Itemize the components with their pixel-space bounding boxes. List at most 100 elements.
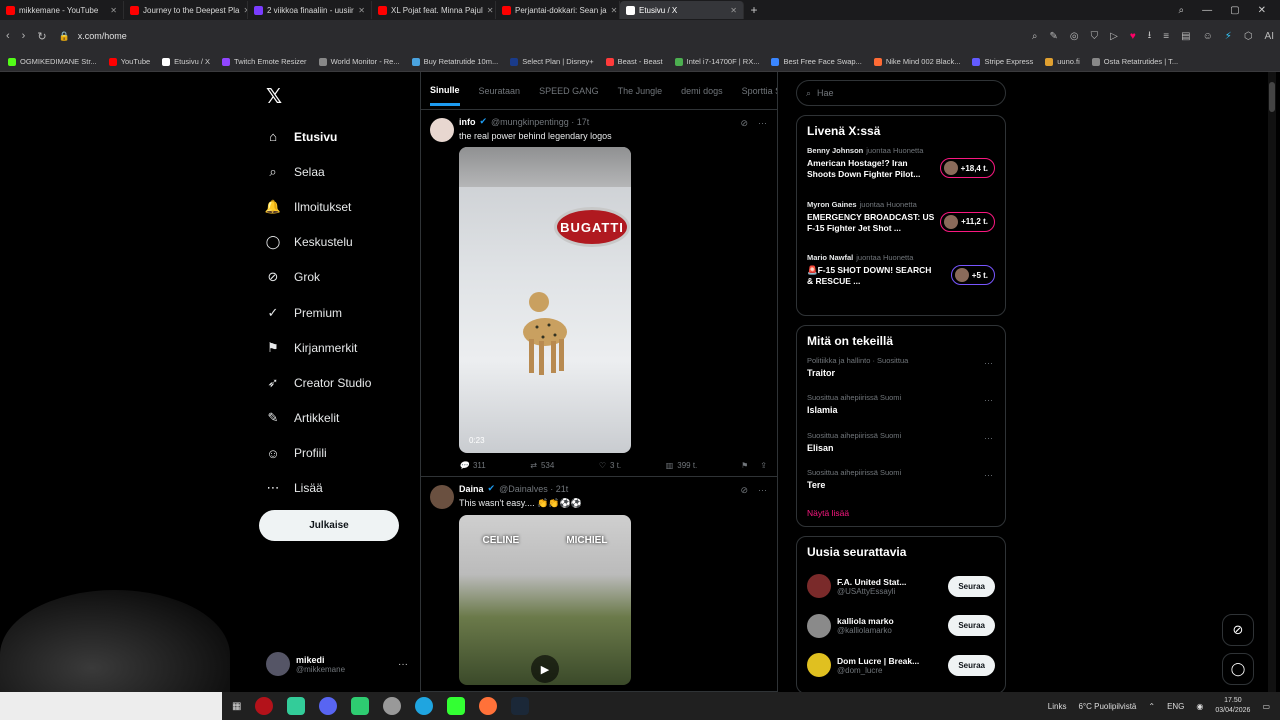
bookmark-item[interactable]: Buy Retatrutide 10m... — [411, 57, 498, 66]
extension-icon[interactable]: ⚡ — [1225, 31, 1232, 42]
account-switcher[interactable]: mikedi @mikkemane ··· — [266, 652, 408, 676]
close-tab-icon[interactable]: ✕ — [611, 6, 618, 15]
avatar[interactable] — [807, 653, 831, 678]
opera-icon[interactable] — [255, 697, 274, 715]
bookmark-item[interactable]: World Monitor - Re... — [318, 57, 400, 66]
bookmark-item[interactable]: Select Plan | Disney+ — [510, 57, 594, 66]
forward-icon[interactable]: › — [22, 30, 26, 42]
trend-item[interactable]: Suosittua aihepiirissä Suomi Tere ··· — [807, 468, 995, 506]
feed-tab[interactable]: Seurataan — [479, 86, 521, 96]
scroll-thumb[interactable] — [1269, 82, 1275, 112]
tweet-video[interactable]: BUGATTI 0:23 — [459, 147, 631, 453]
browser-tab[interactable]: Etusivu / X ✕ — [620, 1, 744, 19]
minimize-icon[interactable]: — — [1202, 5, 1212, 16]
views-button[interactable]: ▥ 399 t. — [666, 461, 698, 470]
nav-item-etusivu[interactable]: ⌂ Etusivu — [266, 119, 371, 154]
taskbar-search[interactable] — [0, 692, 222, 720]
bookmark-item[interactable]: OGMIKEDIMANE Str... — [8, 57, 97, 66]
follow-button[interactable]: Seuraa — [948, 575, 995, 597]
bookmark-item[interactable]: Nike Mind 002 Black... — [873, 57, 960, 66]
more-icon[interactable]: ··· — [984, 395, 993, 405]
bookmark-item[interactable]: Stripe Express — [972, 57, 1033, 66]
links-toolbar[interactable]: Links — [1048, 702, 1067, 711]
bookmark-item[interactable]: Twitch Emote Resizer — [222, 57, 307, 66]
download-icon[interactable]: ⭳ — [1148, 28, 1152, 45]
share-icon[interactable]: ⇪ — [760, 461, 767, 470]
profile-icon[interactable]: ☺ — [1203, 31, 1213, 42]
more-icon[interactable]: ··· — [984, 433, 993, 443]
repost-button[interactable]: ⇄ 534 — [530, 461, 554, 470]
nav-item-keskustelu[interactable]: ◯ Keskustelu — [266, 225, 371, 260]
close-tab-icon[interactable]: ✕ — [358, 6, 365, 15]
feed-tab[interactable]: The Jungle — [618, 86, 663, 96]
close-window-icon[interactable]: ✕ — [1258, 5, 1266, 16]
more-icon[interactable]: ··· — [984, 358, 993, 368]
more-icon[interactable]: ··· — [758, 485, 767, 496]
clock[interactable]: 17.50 03/04/2026 — [1215, 696, 1250, 716]
trend-item[interactable]: Suosittua aihepiirissä Suomi Islamia ··· — [807, 393, 995, 431]
close-tab-icon[interactable]: ✕ — [487, 6, 494, 15]
live-item[interactable]: Mario Nawfal juontaa Huonetta 🚨F-15 SHOT D… — [807, 253, 995, 307]
grok-icon[interactable]: ⊘ — [740, 118, 748, 129]
tweet[interactable]: info ✔ @mungkinpentingg · 17t ⊘ ··· the … — [421, 110, 777, 477]
play-icon[interactable]: ▷ — [1110, 31, 1118, 42]
feed-tab[interactable]: SPEED GANG — [539, 86, 599, 96]
bookmark-item[interactable]: Etusivu / X — [162, 57, 210, 66]
steam-icon[interactable] — [511, 697, 530, 715]
camera-icon[interactable]: ◎ — [1070, 31, 1079, 42]
tweet[interactable]: Daina ✔ @Dainalves · 21t ⊘ ··· This wasn… — [421, 477, 777, 692]
nav-item-selaa[interactable]: ⌕ Selaa — [266, 154, 371, 189]
search-input[interactable]: ⌕ Hae — [796, 80, 1006, 106]
follow-suggestion[interactable]: F.A. United Stat... @USAttyEssayli Seuraa — [807, 567, 995, 607]
app-icon[interactable] — [351, 697, 370, 715]
nav-item-kirjanmerkit[interactable]: ⚑ Kirjanmerkit — [266, 330, 371, 365]
bookmark-item[interactable]: Beast - Beast — [605, 57, 663, 66]
grok-fab[interactable]: ⊘ — [1222, 614, 1254, 646]
sidebar-icon[interactable]: ▤ — [1181, 31, 1190, 42]
bookmark-item[interactable]: Osta Retatrutides | T... — [1091, 57, 1178, 66]
show-more-link[interactable]: Näytä lisää — [807, 508, 995, 518]
nav-item-grok[interactable]: ⊘ Grok — [266, 260, 371, 295]
bookmark-item[interactable]: Intel i7-14700F | RX... — [674, 57, 759, 66]
back-icon[interactable]: ‹ — [6, 30, 10, 42]
like-button[interactable]: ♡ 3 t. — [599, 461, 621, 470]
page-scrollbar[interactable] — [1268, 72, 1276, 692]
new-tab-button[interactable]: + — [744, 3, 764, 17]
task-view-icon[interactable]: ▦ — [232, 701, 241, 712]
browser-tab[interactable]: Journey to the Deepest Pla✕ — [124, 1, 248, 19]
live-item[interactable]: Benny Johnson juontaa Huonetta American Ho… — [807, 146, 995, 200]
listener-pill[interactable]: +18,4 t. — [939, 158, 995, 178]
close-tab-icon[interactable]: ✕ — [730, 6, 737, 15]
app-icon[interactable] — [447, 697, 466, 715]
browser-tab[interactable]: XL Pojat feat. Minna Pajul ✕ — [372, 1, 496, 19]
bookmark-item[interactable]: YouTube — [108, 57, 150, 66]
listener-pill[interactable]: +5 t. — [950, 265, 995, 285]
menu-icon[interactable]: ≡ — [1163, 31, 1169, 42]
close-tab-icon[interactable]: ✕ — [110, 6, 117, 15]
browser-tab[interactable]: 2 viikkoa finaaliin - uusiir ✕ — [248, 1, 372, 19]
nav-item-profiili[interactable]: ☺ Profiili — [266, 436, 371, 471]
url-field[interactable]: 🔒 x.com/home — [59, 31, 1020, 42]
edit-icon[interactable]: ✎ — [1050, 31, 1058, 42]
tweet-avatar[interactable] — [430, 118, 454, 142]
post-button[interactable]: Julkaise — [259, 510, 399, 541]
browser-tab[interactable]: mikkemane - YouTube ✕ — [0, 1, 124, 19]
tweet-handle[interactable]: @Dainalves · 21t — [499, 484, 568, 494]
tweet-author[interactable]: info — [459, 117, 476, 127]
tweet-author[interactable]: Daina — [459, 484, 484, 494]
more-icon[interactable]: ··· — [398, 659, 408, 670]
firefox-icon[interactable] — [479, 697, 498, 715]
more-icon[interactable]: ··· — [758, 118, 767, 129]
cube-icon[interactable]: ⬡ — [1244, 31, 1253, 42]
tweet-avatar[interactable] — [430, 485, 454, 509]
app-icon[interactable] — [383, 697, 402, 715]
play-icon[interactable]: ▶ — [531, 655, 559, 683]
discord-icon[interactable] — [319, 697, 338, 715]
tweet-video[interactable]: CELINE MICHIEL ▶ — [459, 515, 631, 685]
nav-item-premium[interactable]: ✓ Premium — [266, 295, 371, 330]
follow-button[interactable]: Seuraa — [948, 615, 995, 637]
trend-item[interactable]: Politiikka ja hallinto · Suosittua Traito… — [807, 356, 995, 394]
browser-tab[interactable]: Perjantai-dokkari: Sean ja ✕ — [496, 1, 620, 19]
maximize-icon[interactable]: ▢ — [1230, 5, 1239, 16]
follow-button[interactable]: Seuraa — [948, 654, 995, 676]
